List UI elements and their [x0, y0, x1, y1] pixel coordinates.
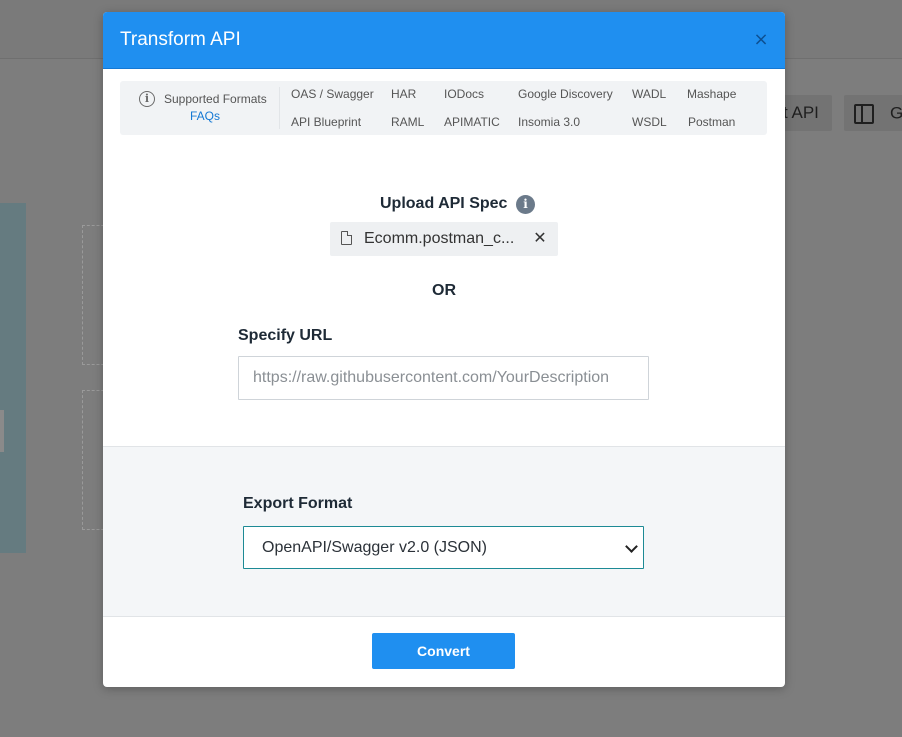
format-har: HAR [391, 87, 417, 101]
background-g-label: G [890, 103, 902, 123]
specify-url-label: Specify URL [238, 327, 333, 344]
format-insomnia: Insomia 3.0 [518, 115, 581, 129]
format-iodocs: IODocs [444, 87, 485, 101]
info-icon[interactable]: i [516, 195, 535, 214]
format-mashape: Mashape [687, 87, 737, 101]
transform-api-dialog: Transform API × i Supported Formats FAQs… [103, 12, 785, 687]
background-sidebar-button: G [844, 95, 902, 131]
formats-divider [279, 87, 280, 129]
export-format-section: Export Format OpenAPI/Swagger v2.0 (JSON… [103, 446, 785, 617]
format-api-blueprint: API Blueprint [291, 115, 362, 129]
upload-api-spec-title: Upload API Spec [380, 195, 508, 212]
remove-file-button[interactable]: ✕ [531, 228, 549, 248]
uploaded-file-name: Ecomm.postman_c... [364, 230, 515, 247]
format-wsdl: WSDL [632, 115, 667, 129]
export-format-label: Export Format [243, 495, 353, 512]
dialog-title: Transform API [120, 29, 241, 50]
convert-button[interactable]: Convert [372, 633, 515, 669]
chevron-down-icon [625, 540, 638, 553]
supported-formats-bar: i Supported Formats FAQs OAS / Swagger H… [120, 81, 767, 135]
background-side-panel [0, 203, 26, 553]
spec-url-input[interactable] [238, 356, 649, 400]
format-google-discovery: Google Discovery [518, 87, 613, 101]
faqs-link[interactable]: FAQs [190, 109, 220, 124]
format-apimatic: APIMATIC [444, 115, 500, 129]
dialog-header: Transform API × [103, 12, 785, 69]
background-panel-tab [0, 410, 4, 452]
supported-formats-label: Supported Formats [164, 92, 267, 106]
sidebar-toggle-icon [854, 103, 874, 124]
format-raml: RAML [391, 115, 425, 129]
background-import-api-label: t API [783, 103, 819, 122]
uploaded-file-chip: Ecomm.postman_c... ✕ [330, 222, 558, 256]
format-oas-swagger: OAS / Swagger [291, 87, 374, 101]
info-circle-icon: i [139, 91, 155, 107]
export-format-selected: OpenAPI/Swagger v2.0 (JSON) [262, 539, 487, 556]
close-icon[interactable]: × [751, 30, 771, 50]
format-wadl: WADL [632, 87, 667, 101]
file-icon [341, 231, 352, 245]
or-separator: OR [432, 282, 456, 299]
export-format-select[interactable]: OpenAPI/Swagger v2.0 (JSON) [243, 526, 644, 569]
format-postman: Postman [688, 115, 736, 129]
